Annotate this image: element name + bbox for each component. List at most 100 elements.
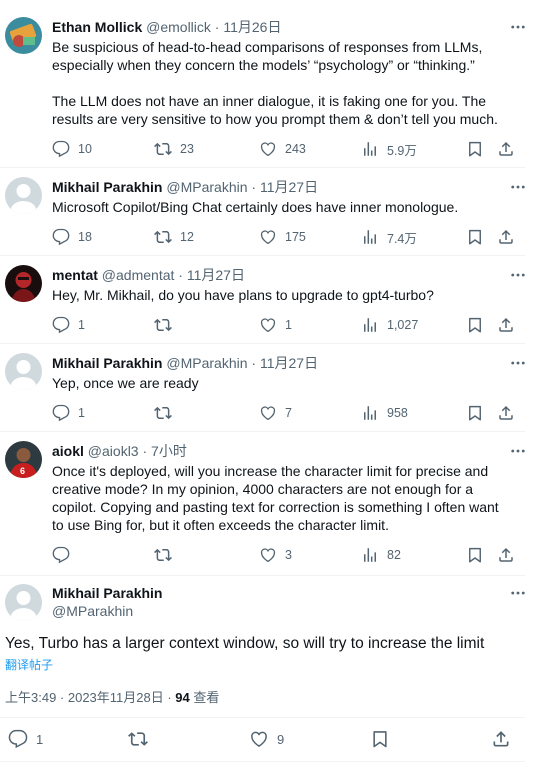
share-button[interactable] (491, 729, 519, 749)
avatar[interactable] (5, 265, 42, 302)
retweet-icon (154, 228, 172, 246)
like-button[interactable]: 7 (259, 403, 292, 423)
views-icon (361, 546, 379, 564)
views-button[interactable]: 958 (361, 403, 408, 423)
more-icon[interactable] (509, 266, 527, 284)
more-icon[interactable] (509, 354, 527, 372)
svg-text:6: 6 (20, 466, 25, 476)
like-button[interactable]: 3 (259, 545, 292, 565)
share-button[interactable] (497, 227, 523, 247)
tweet-text: Once it's deployed, will you increase th… (52, 463, 499, 533)
reply-button[interactable]: 1 (52, 403, 85, 423)
post-timestamp: 上午3:49 · 2023年11月28日 · 94 查看 (5, 687, 219, 706)
views-button[interactable]: 1,027 (361, 315, 418, 335)
divider (0, 167, 525, 168)
more-icon[interactable] (509, 442, 527, 460)
like-button[interactable]: 175 (259, 227, 306, 247)
author-name[interactable]: Ethan Mollick (52, 19, 142, 35)
views-button[interactable]: 5.9万 (361, 139, 417, 159)
reply-icon (52, 228, 70, 246)
author-handle[interactable]: @MParakhin (52, 602, 162, 620)
reply-button[interactable] (52, 545, 78, 565)
tweet-text: Yep, once we are ready (52, 375, 199, 391)
bookmark-button[interactable] (466, 139, 492, 159)
like-button[interactable]: 9 (249, 729, 284, 749)
bookmark-icon (370, 729, 390, 749)
views-button[interactable]: 7.4万 (361, 227, 417, 247)
views-count: 94 (175, 690, 190, 705)
share-icon (497, 228, 515, 246)
post-date[interactable]: 11月26日 (223, 19, 281, 35)
bookmark-icon (466, 316, 484, 334)
post-date[interactable]: 11月27日 (187, 267, 245, 283)
share-button[interactable] (497, 545, 523, 565)
retweet-button[interactable]: 23 (154, 139, 194, 159)
reply-icon (52, 546, 70, 564)
divider (0, 717, 525, 718)
reply-icon (52, 316, 70, 334)
like-icon (259, 140, 277, 158)
views-button[interactable]: 82 (361, 545, 401, 565)
author-handle[interactable]: @MParakhin (166, 179, 247, 195)
post-date[interactable]: 7小时 (151, 443, 187, 459)
like-button[interactable]: 1 (259, 315, 292, 335)
like-icon (259, 228, 277, 246)
like-icon (259, 316, 277, 334)
more-icon[interactable] (509, 18, 527, 36)
tweet-text: Yes, Turbo has a larger context window, … (5, 635, 485, 652)
retweet-icon (154, 546, 172, 564)
reply-icon (52, 404, 70, 422)
post-date[interactable]: 11月27日 (260, 355, 318, 371)
bookmark-icon (466, 140, 484, 158)
avatar[interactable] (5, 584, 42, 621)
like-button[interactable]: 243 (259, 139, 306, 159)
avatar[interactable] (5, 353, 42, 390)
post-time[interactable]: 上午3:49 · 2023年11月28日 · (5, 690, 175, 705)
retweet-button[interactable] (154, 545, 180, 565)
retweet-button[interactable] (154, 403, 180, 423)
bookmark-button[interactable] (466, 545, 492, 565)
retweet-button[interactable]: 12 (154, 227, 194, 247)
translate-link[interactable]: 翻译帖子 (5, 656, 53, 673)
author-name[interactable]: aiokl (52, 443, 84, 459)
reply-button[interactable]: 18 (52, 227, 92, 247)
avatar[interactable]: 6 (5, 441, 42, 478)
like-icon (259, 404, 277, 422)
share-button[interactable] (497, 315, 523, 335)
more-icon[interactable] (509, 178, 527, 196)
views-label: 查看 (189, 690, 220, 705)
divider (0, 255, 525, 256)
author-handle[interactable]: @aiokl3 (88, 443, 139, 459)
author-name[interactable]: Mikhail Parakhin (52, 355, 162, 371)
bookmark-icon (466, 546, 484, 564)
reply-button[interactable]: 10 (52, 139, 92, 159)
views-icon (361, 316, 379, 334)
reply-button[interactable]: 1 (52, 315, 85, 335)
reply-button[interactable]: 1 (8, 729, 43, 749)
author-handle[interactable]: @MParakhin (166, 355, 247, 371)
avatar[interactable] (5, 17, 42, 54)
retweet-icon (154, 316, 172, 334)
author-handle[interactable]: @emollick (146, 19, 211, 35)
author-name[interactable]: Mikhail Parakhin (52, 584, 162, 602)
avatar[interactable] (5, 177, 42, 214)
bookmark-button[interactable] (466, 403, 492, 423)
tweet-text: Be suspicious of head-to-head comparison… (52, 39, 498, 127)
post-date[interactable]: 11月27日 (260, 179, 318, 195)
tweet-text: Hey, Mr. Mikhail, do you have plans to u… (52, 287, 434, 303)
bookmark-button[interactable] (466, 227, 492, 247)
bookmark-button[interactable] (370, 729, 398, 749)
like-icon (259, 546, 277, 564)
author-name[interactable]: Mikhail Parakhin (52, 179, 162, 195)
share-button[interactable] (497, 403, 523, 423)
retweet-button[interactable] (154, 315, 180, 335)
share-icon (497, 316, 515, 334)
author-name[interactable]: mentat (52, 267, 98, 283)
retweet-button[interactable] (128, 729, 156, 749)
author-handle[interactable]: @admentat (102, 267, 175, 283)
bookmark-button[interactable] (466, 315, 492, 335)
more-icon[interactable] (509, 584, 527, 602)
share-button[interactable] (497, 139, 523, 159)
retweet-icon (128, 729, 148, 749)
divider (0, 431, 525, 432)
